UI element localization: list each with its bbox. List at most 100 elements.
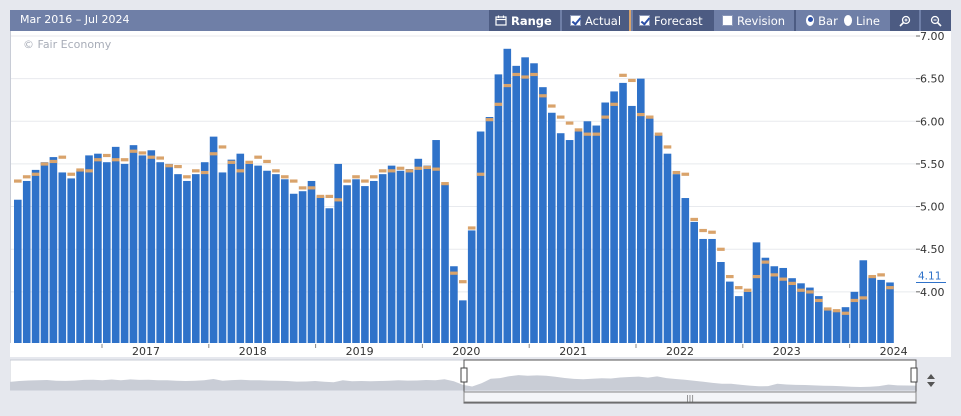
forecast-marker[interactable] bbox=[343, 179, 351, 183]
actual-bar[interactable] bbox=[129, 145, 138, 343]
actual-bar[interactable] bbox=[236, 153, 245, 343]
forecast-marker[interactable] bbox=[387, 169, 396, 173]
actual-bar[interactable] bbox=[263, 170, 271, 343]
actual-bar[interactable] bbox=[156, 162, 164, 343]
forecast-marker[interactable] bbox=[289, 179, 298, 183]
forecast-marker[interactable] bbox=[227, 160, 236, 164]
bar-chart[interactable] bbox=[11, 31, 917, 343]
navigator-handle[interactable] bbox=[460, 367, 468, 383]
forecast-marker[interactable] bbox=[592, 132, 601, 136]
scroll-up-icon[interactable] bbox=[927, 374, 935, 379]
forecast-marker[interactable] bbox=[378, 169, 387, 173]
actual-bar[interactable] bbox=[227, 159, 236, 343]
forecast-marker[interactable] bbox=[663, 145, 672, 149]
forecast-marker[interactable] bbox=[120, 158, 129, 162]
actual-bar[interactable] bbox=[14, 199, 22, 343]
actual-bar[interactable] bbox=[459, 300, 467, 343]
forecast-marker[interactable] bbox=[316, 194, 325, 199]
actual-bar[interactable] bbox=[378, 174, 387, 343]
forecast-marker[interactable] bbox=[200, 170, 209, 175]
actual-bar[interactable] bbox=[120, 163, 129, 343]
actual-bar[interactable] bbox=[22, 180, 31, 343]
actual-bar[interactable] bbox=[174, 174, 182, 343]
actual-bar[interactable] bbox=[601, 102, 609, 343]
actual-bar[interactable] bbox=[708, 238, 716, 343]
forecast-marker[interactable] bbox=[40, 162, 49, 166]
actual-bar[interactable] bbox=[521, 57, 529, 343]
actual-bar[interactable] bbox=[583, 121, 592, 343]
actual-bar[interactable] bbox=[886, 282, 894, 343]
forecast-marker[interactable] bbox=[815, 298, 823, 303]
actual-bar[interactable] bbox=[387, 165, 396, 343]
actual-bar[interactable] bbox=[343, 185, 351, 343]
forecast-marker[interactable] bbox=[423, 165, 431, 170]
forecast-marker[interactable] bbox=[565, 121, 574, 125]
forecast-marker[interactable] bbox=[218, 145, 227, 149]
actual-bar[interactable] bbox=[574, 131, 583, 343]
zoom-out-button[interactable] bbox=[921, 10, 951, 31]
forecast-marker[interactable] bbox=[726, 274, 734, 279]
actual-bar[interactable] bbox=[592, 125, 601, 343]
actual-bar[interactable] bbox=[325, 208, 334, 343]
actual-bar[interactable] bbox=[183, 180, 191, 343]
actual-bar[interactable] bbox=[165, 163, 173, 343]
forecast-marker[interactable] bbox=[58, 155, 67, 159]
forecast-marker[interactable] bbox=[637, 112, 645, 117]
zoom-in-button[interactable] bbox=[890, 10, 919, 31]
actual-bar[interactable] bbox=[254, 165, 262, 343]
forecast-marker[interactable] bbox=[414, 166, 423, 170]
forecast-marker[interactable] bbox=[298, 186, 307, 190]
actual-bar[interactable] bbox=[450, 266, 458, 343]
forecast-marker[interactable] bbox=[94, 158, 102, 162]
revision-checkbox[interactable] bbox=[722, 15, 733, 26]
forecast-marker[interactable] bbox=[779, 277, 787, 281]
forecast-marker[interactable] bbox=[370, 175, 378, 179]
forecast-marker[interactable] bbox=[272, 169, 280, 173]
actual-bar[interactable] bbox=[628, 105, 636, 343]
forecast-marker[interactable] bbox=[209, 152, 218, 156]
actual-checkbox[interactable] bbox=[570, 15, 581, 26]
forecast-marker[interactable] bbox=[530, 72, 538, 77]
actual-bar[interactable] bbox=[859, 260, 868, 343]
forecast-marker[interactable] bbox=[183, 175, 191, 179]
forecast-marker[interactable] bbox=[681, 172, 690, 176]
forecast-marker[interactable] bbox=[49, 159, 58, 164]
forecast-marker[interactable] bbox=[22, 175, 31, 179]
actual-bar[interactable] bbox=[58, 172, 67, 343]
forecast-marker[interactable] bbox=[236, 169, 245, 173]
actual-bar[interactable] bbox=[281, 179, 289, 343]
actual-bar[interactable] bbox=[806, 287, 814, 343]
forecast-marker[interactable] bbox=[610, 102, 618, 106]
forecast-marker[interactable] bbox=[797, 288, 805, 292]
actual-bar[interactable] bbox=[539, 87, 547, 343]
actual-bar[interactable] bbox=[654, 134, 663, 343]
actual-bar[interactable] bbox=[111, 146, 120, 343]
actual-bar[interactable] bbox=[147, 150, 156, 343]
forecast-marker[interactable] bbox=[476, 172, 485, 176]
actual-bar[interactable] bbox=[503, 48, 512, 343]
forecast-marker[interactable] bbox=[165, 164, 173, 168]
line-radio[interactable] bbox=[843, 15, 853, 26]
forecast-marker[interactable] bbox=[67, 172, 75, 176]
forecast-marker[interactable] bbox=[859, 296, 868, 300]
actual-bar[interactable] bbox=[307, 180, 316, 343]
actual-bar[interactable] bbox=[752, 242, 761, 343]
actual-bar[interactable] bbox=[423, 165, 431, 343]
actual-bar[interactable] bbox=[272, 174, 280, 343]
forecast-marker[interactable] bbox=[307, 186, 316, 190]
forecast-marker[interactable] bbox=[521, 75, 529, 79]
forecast-marker[interactable] bbox=[556, 115, 565, 119]
forecast-marker[interactable] bbox=[868, 274, 876, 279]
actual-bar[interactable] bbox=[699, 238, 707, 343]
actual-bar[interactable] bbox=[494, 74, 503, 343]
actual-bar[interactable] bbox=[467, 230, 476, 343]
actual-bar[interactable] bbox=[823, 308, 832, 343]
forecast-marker[interactable] bbox=[672, 170, 681, 175]
bar-radio[interactable] bbox=[806, 15, 815, 26]
actual-bar[interactable] bbox=[815, 296, 823, 343]
forecast-marker[interactable] bbox=[752, 274, 761, 279]
forecast-marker[interactable] bbox=[877, 273, 885, 277]
forecast-marker[interactable] bbox=[548, 104, 556, 108]
actual-bar[interactable] bbox=[637, 78, 645, 343]
forecast-marker[interactable] bbox=[770, 273, 779, 277]
